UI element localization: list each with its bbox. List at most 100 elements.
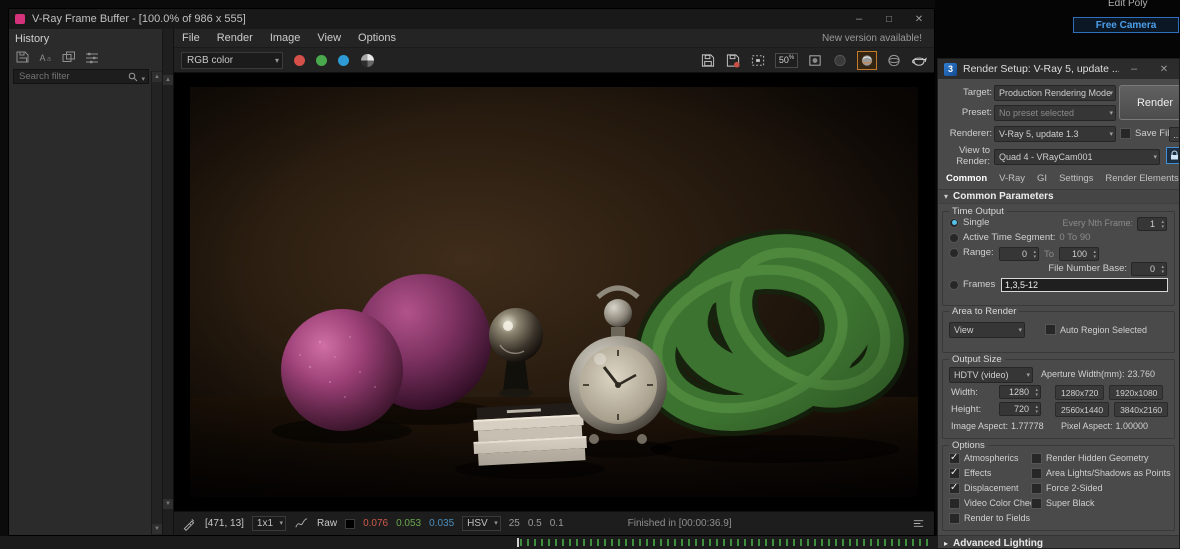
image-vertical-scrollbar[interactable] [163, 29, 174, 535]
checkbox[interactable] [1031, 452, 1042, 464]
region-render-icon[interactable] [750, 53, 766, 68]
area-to-render-dropdown[interactable]: View [949, 322, 1025, 338]
sample-size-dropdown[interactable]: 1x1 [251, 516, 287, 531]
checkbox[interactable] [949, 467, 960, 479]
menu-render[interactable]: Render [217, 32, 253, 44]
new-version-notice[interactable]: New version available! [822, 33, 922, 44]
sphere-icon[interactable] [886, 53, 902, 68]
history-options-icon[interactable] [84, 50, 100, 64]
scroll-down-icon[interactable] [163, 499, 173, 509]
track-bar[interactable] [0, 536, 937, 549]
render-setup-titlebar[interactable]: Render Setup: V-Ray 5, update ... [938, 59, 1179, 79]
option-render-hidden-geometry[interactable]: Render Hidden Geometry [1031, 451, 1171, 465]
option-effects[interactable]: Effects [949, 466, 1039, 480]
minimize-icon[interactable] [1119, 63, 1149, 75]
red-channel-icon[interactable] [294, 54, 305, 66]
close-icon[interactable] [1149, 63, 1179, 75]
size-preset-3840x2160[interactable]: 3840x2160 [1114, 402, 1169, 417]
free-camera-badge[interactable]: Free Camera [1073, 17, 1179, 33]
renderer-dropdown[interactable]: V-Ray 5, update 1.3 [994, 126, 1116, 142]
green-channel-icon[interactable] [316, 54, 327, 66]
checkbox[interactable] [1031, 497, 1042, 509]
history-search-field[interactable] [13, 69, 149, 84]
auto-region-checkbox[interactable] [1045, 324, 1056, 335]
save-file-browse-button[interactable]: ... [1169, 127, 1179, 142]
tab-v-ray[interactable]: V-Ray [999, 173, 1025, 184]
range-to-spinner[interactable]: 100 [1059, 247, 1099, 261]
checkbox[interactable] [949, 452, 960, 464]
vfb-titlebar[interactable]: V-Ray Frame Buffer - [100.0% of 986 x 55… [9, 9, 934, 29]
color-curve-icon[interactable] [294, 516, 309, 531]
render-canvas[interactable] [174, 73, 934, 511]
tab-render-elements[interactable]: Render Elements [1105, 173, 1178, 184]
maximize-icon[interactable] [874, 13, 904, 25]
option-super-black[interactable]: Super Black [1031, 496, 1171, 510]
size-preset-2560x1440[interactable]: 2560x1440 [1055, 402, 1110, 417]
checkbox[interactable] [1031, 467, 1042, 479]
statusbar-menu-icon[interactable] [911, 516, 926, 531]
render-button[interactable]: Render [1119, 85, 1179, 120]
view-to-render-dropdown[interactable]: Quad 4 - VRayCam001 [994, 149, 1160, 165]
zoom-percent-button[interactable]: 50% [775, 52, 798, 68]
pixel-aspect-icon[interactable] [807, 53, 823, 68]
height-spinner[interactable]: 720 [999, 402, 1041, 416]
minimize-icon[interactable] [844, 13, 874, 25]
option-displacement[interactable]: Displacement [949, 481, 1039, 495]
option-force-2-sided[interactable]: Force 2-Sided [1031, 481, 1171, 495]
every-nth-frame-spinner[interactable]: 1 [1137, 217, 1167, 231]
option-video-color-check[interactable]: Video Color Check [949, 496, 1039, 510]
option-render-to-fields[interactable]: Render to Fields [949, 511, 1039, 525]
search-icon [129, 72, 138, 81]
menu-view[interactable]: View [317, 32, 341, 44]
viewport-lock-toggle[interactable] [1166, 147, 1179, 164]
width-spinner[interactable]: 1280 [999, 385, 1041, 399]
save-history-icon[interactable] [15, 50, 31, 64]
scroll-up-icon[interactable] [163, 75, 173, 85]
target-dropdown[interactable]: Production Rendering Mode [994, 85, 1116, 101]
timeline-playhead[interactable] [517, 538, 519, 547]
search-input[interactable] [17, 70, 126, 83]
menu-file[interactable]: File [182, 32, 200, 44]
checkbox[interactable] [949, 482, 960, 494]
save-all-channels-icon[interactable] [725, 53, 741, 68]
tab-common[interactable]: Common [946, 173, 987, 184]
menu-image[interactable]: Image [270, 32, 301, 44]
channel-dropdown[interactable]: RGB color [181, 51, 283, 69]
pixel-picker-icon[interactable] [182, 516, 197, 531]
common-parameters-rollout[interactable]: Common Parameters [938, 189, 1179, 204]
range-radio[interactable] [949, 247, 959, 258]
output-size-preset-dropdown[interactable]: HDTV (video) [949, 367, 1033, 383]
history-scrollbar[interactable] [151, 71, 162, 535]
range-from-spinner[interactable]: 0 [999, 247, 1039, 261]
frames-input[interactable] [1001, 278, 1168, 292]
size-preset-1280x720[interactable]: 1280x720 [1055, 385, 1105, 400]
save-file-checkbox[interactable] [1120, 128, 1131, 139]
checkbox[interactable] [1031, 482, 1042, 494]
frames-radio[interactable] [949, 279, 959, 290]
preset-dropdown[interactable]: No preset selected [994, 105, 1116, 121]
tab-gi[interactable]: GI [1037, 173, 1047, 184]
scroll-down-icon[interactable] [152, 524, 162, 534]
checkbox[interactable] [949, 497, 960, 509]
size-preset-1920x1080[interactable]: 1920x1080 [1109, 385, 1164, 400]
scroll-up-icon[interactable] [152, 72, 162, 82]
option-area-lights-shadows-as-points[interactable]: Area Lights/Shadows as Points [1031, 466, 1171, 480]
render-last-teapot-icon[interactable] [911, 53, 927, 68]
color-wheel-icon[interactable] [361, 53, 374, 67]
file-number-base-spinner[interactable]: 0 [1131, 262, 1167, 276]
save-image-icon[interactable] [700, 53, 716, 68]
tab-settings[interactable]: Settings [1059, 173, 1093, 184]
active-time-segment-radio[interactable] [949, 232, 959, 243]
option-atmospherics[interactable]: Atmospherics [949, 451, 1039, 465]
hsv-dropdown[interactable]: HSV [462, 516, 501, 531]
advanced-lighting-rollout[interactable]: Advanced Lighting [938, 535, 1179, 548]
ab-compare-icon[interactable]: Aa [38, 50, 54, 64]
duplicate-icon[interactable] [61, 50, 77, 64]
single-radio[interactable] [949, 217, 959, 228]
blue-channel-icon[interactable] [338, 54, 349, 66]
checkbox[interactable] [949, 512, 960, 524]
close-icon[interactable] [904, 13, 934, 25]
follow-mouse-toggle[interactable] [857, 50, 877, 70]
search-options-caret-icon[interactable] [141, 68, 145, 86]
menu-options[interactable]: Options [358, 32, 396, 44]
